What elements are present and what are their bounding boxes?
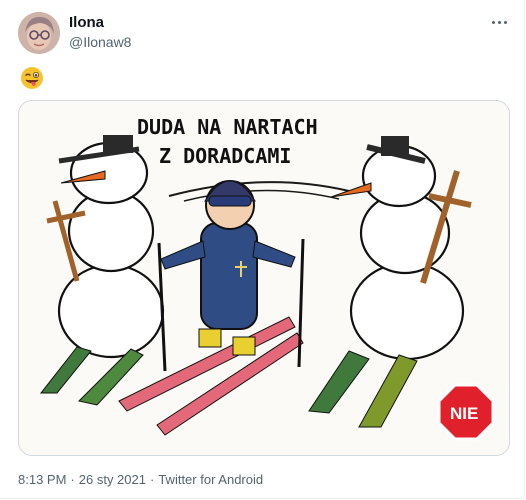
meta-separator: ·: [149, 472, 155, 487]
cartoon-illustration: DUDA NA NARTACH Z DORADCAMI NIE: [19, 101, 509, 455]
winking-face-with-tongue-icon: [20, 66, 44, 90]
tweet-meta: 8:13 PM · 26 sty 2021 · Twitter for Andr…: [18, 472, 263, 487]
avatar-photo: [18, 12, 60, 54]
nie-stop-sign: NIE: [437, 383, 495, 441]
caption-line-2: Z DORADCAMI: [159, 144, 291, 168]
tweet-card: Ilona @Ilonaw8 DUDA NA NARTACH Z DORADCA…: [0, 0, 525, 499]
tweet-source[interactable]: Twitter for Android: [158, 472, 263, 487]
meta-separator: ·: [70, 472, 75, 487]
tweet-date[interactable]: 26 sty 2021: [79, 472, 146, 487]
caption-line-1: DUDA NA NARTACH: [137, 115, 318, 139]
author-name[interactable]: Ilona: [69, 14, 104, 31]
more-options-icon[interactable]: [488, 14, 510, 30]
sign-text: NIE: [450, 404, 478, 423]
author-handle[interactable]: @Ilonaw8: [69, 34, 131, 50]
tweet-image[interactable]: DUDA NA NARTACH Z DORADCAMI NIE: [18, 100, 510, 456]
avatar[interactable]: [18, 12, 60, 54]
tweet-time[interactable]: 8:13 PM: [18, 472, 66, 487]
